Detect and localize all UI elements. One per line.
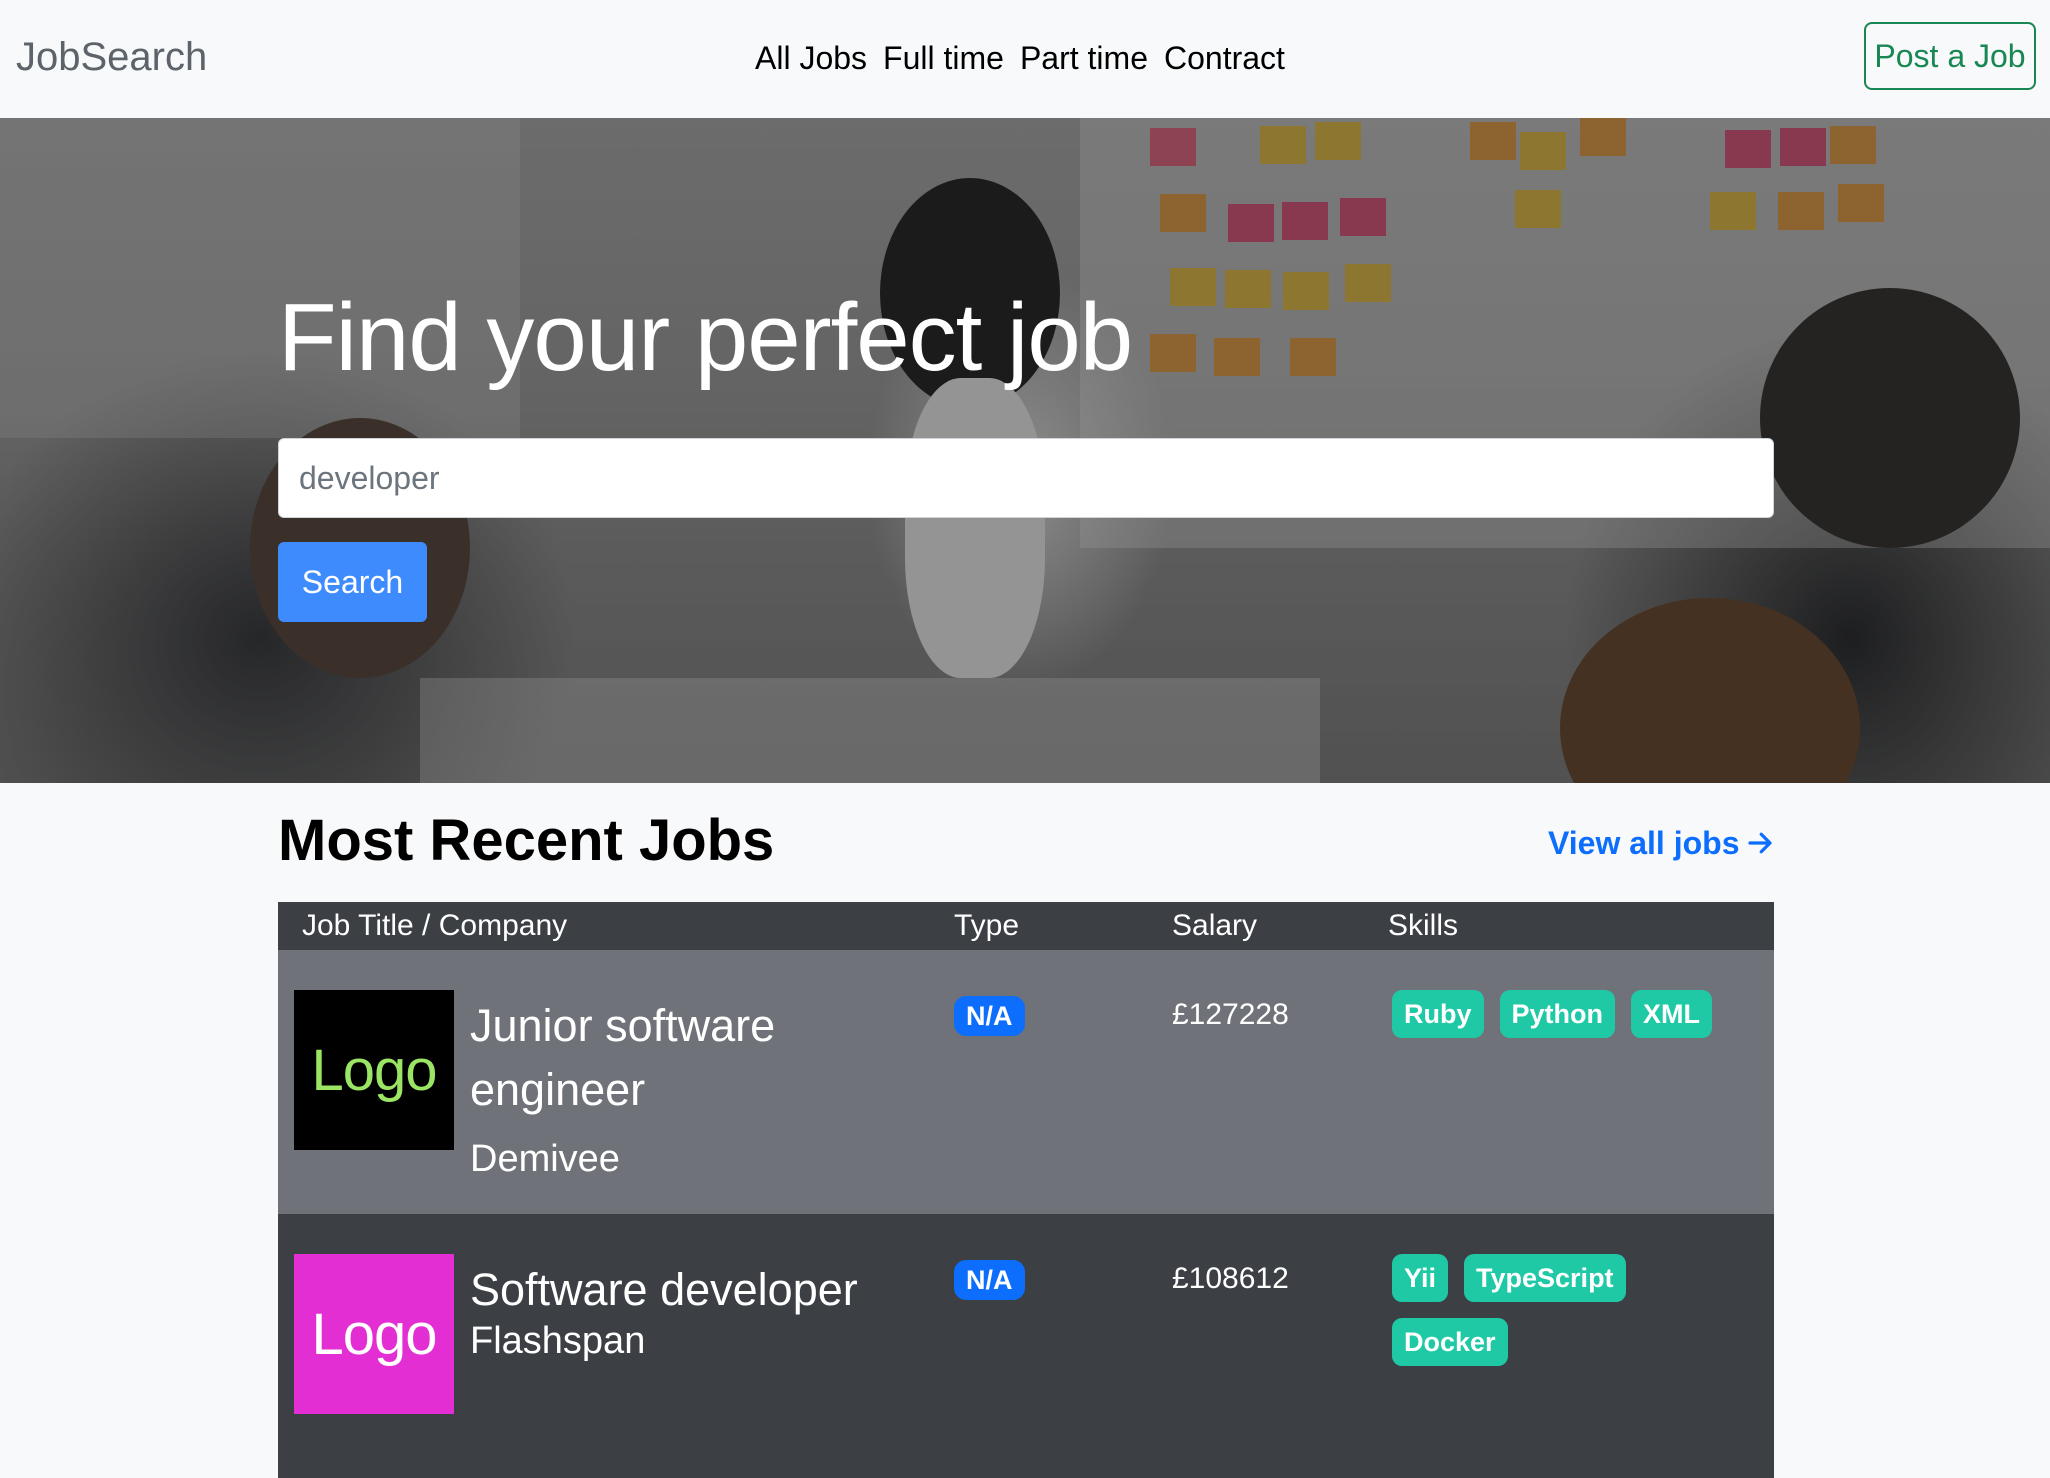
column-header-skills: Skills	[1388, 909, 1459, 942]
section-title: Most Recent Jobs	[278, 808, 775, 873]
table-header: Job Title / Company Type Salary Skills	[278, 902, 1774, 950]
nav-link-part-time[interactable]: Part time	[1020, 36, 1148, 80]
hero-title: Find your perfect job	[278, 284, 1133, 391]
skill-badge: XML	[1631, 990, 1712, 1038]
view-all-jobs-label: View all jobs	[1548, 825, 1740, 861]
salary: £127228	[1172, 998, 1289, 1031]
job-type-badge: N/A	[954, 996, 1025, 1036]
skills-list: Ruby Python XML	[1392, 990, 1732, 1038]
search-button[interactable]: Search	[278, 542, 427, 622]
skill-badge: Ruby	[1392, 990, 1484, 1038]
column-header-type: Type	[954, 909, 1020, 942]
table-row[interactable]: Logo Junior software engineer Demivee N/…	[278, 950, 1774, 1214]
salary: £108612	[1172, 1262, 1289, 1295]
logo-text: Logo	[311, 1301, 437, 1367]
nav-link-full-time[interactable]: Full time	[883, 36, 1004, 80]
skill-badge: Python	[1499, 990, 1615, 1038]
job-type-badge: N/A	[954, 1260, 1025, 1300]
company-name: Demivee	[470, 1138, 620, 1180]
nav-link-contract[interactable]: Contract	[1164, 36, 1285, 80]
hero-banner: Find your perfect job Search	[0, 118, 2050, 783]
company-logo: Logo	[294, 990, 454, 1150]
navbar: JobSearch All Jobs Full time Part time C…	[0, 0, 2050, 118]
view-all-jobs-link[interactable]: View all jobs	[1548, 820, 1775, 866]
skill-badge: Yii	[1392, 1254, 1449, 1302]
arrow-right-icon	[1748, 832, 1773, 854]
nav-link-all-jobs[interactable]: All Jobs	[755, 36, 867, 80]
logo-text: Logo	[311, 1037, 437, 1103]
company-name: Flashspan	[470, 1320, 646, 1362]
column-header-salary: Salary	[1172, 909, 1258, 942]
job-title[interactable]: Software developer	[470, 1258, 910, 1322]
job-title[interactable]: Junior software engineer	[470, 994, 890, 1122]
nav-links: All Jobs Full time Part time Contract	[755, 36, 1285, 80]
search-input[interactable]	[278, 438, 1774, 518]
jobs-table: Job Title / Company Type Salary Skills L…	[278, 902, 1774, 1478]
skill-badge: Docker	[1392, 1318, 1508, 1366]
brand-logo[interactable]: JobSearch	[16, 32, 207, 82]
column-header-title: Job Title / Company	[302, 909, 568, 942]
post-job-button[interactable]: Post a Job	[1864, 22, 2036, 90]
skill-badge: TypeScript	[1464, 1254, 1626, 1302]
company-logo: Logo	[294, 1254, 454, 1414]
skills-list: Yii TypeScript Docker	[1392, 1254, 1732, 1366]
table-row[interactable]: Logo Software developer Flashspan N/A £1…	[278, 1214, 1774, 1478]
